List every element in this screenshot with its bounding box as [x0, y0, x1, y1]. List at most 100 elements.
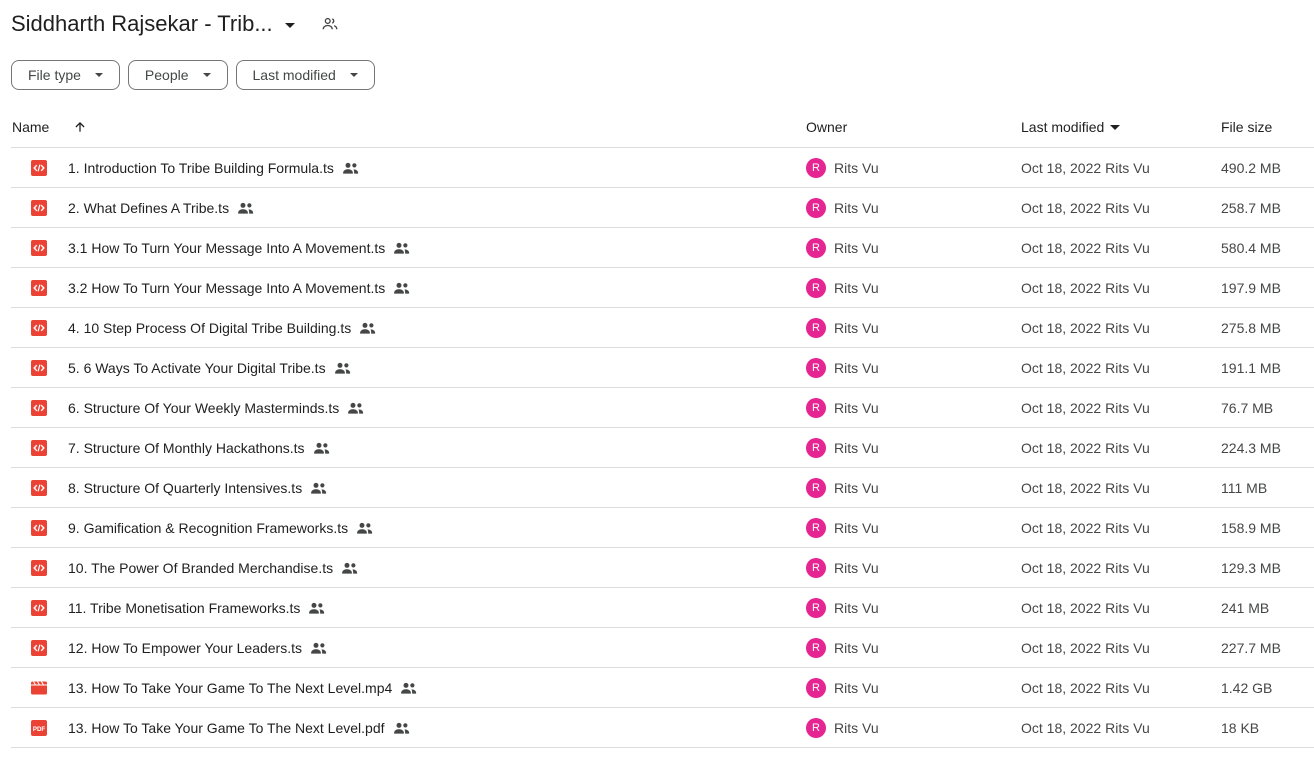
- table-row[interactable]: 6. Structure Of Your Weekly Masterminds.…: [11, 388, 1314, 428]
- table-row[interactable]: 4. 10 Step Process Of Digital Tribe Buil…: [11, 308, 1314, 348]
- owner-name: Rits Vu: [834, 359, 879, 376]
- owner-cell: R Rits Vu: [806, 677, 879, 698]
- owner-cell: R Rits Vu: [806, 397, 879, 418]
- column-header-name[interactable]: Name: [12, 119, 87, 135]
- avatar[interactable]: R: [806, 677, 826, 698]
- last-modified-cell: Oct 18, 2022 Rits Vu: [1021, 320, 1150, 336]
- file-type-filter[interactable]: File type: [11, 60, 120, 90]
- file-name[interactable]: 5. 6 Ways To Activate Your Digital Tribe…: [68, 360, 326, 376]
- file-name[interactable]: 7. Structure Of Monthly Hackathons.ts: [68, 440, 305, 456]
- avatar[interactable]: R: [806, 277, 826, 298]
- avatar[interactable]: R: [806, 197, 826, 218]
- file-name[interactable]: 13. How To Take Your Game To The Next Le…: [68, 680, 392, 696]
- table-row[interactable]: 11. Tribe Monetisation Frameworks.ts R R…: [11, 588, 1314, 628]
- modified-by: Rits Vu: [1105, 439, 1150, 456]
- table-row[interactable]: 1. Introduction To Tribe Building Formul…: [11, 148, 1314, 188]
- modified-by: Rits Vu: [1105, 399, 1150, 416]
- arrow-upward-icon[interactable]: [73, 120, 87, 134]
- table-row[interactable]: 5. 6 Ways To Activate Your Digital Tribe…: [11, 348, 1314, 388]
- arrow-drop-down-icon[interactable]: [284, 22, 295, 28]
- avatar[interactable]: R: [806, 437, 826, 458]
- avatar[interactable]: R: [806, 517, 826, 538]
- owner-cell: R Rits Vu: [806, 717, 879, 738]
- modified-date: Oct 18, 2022: [1021, 639, 1102, 656]
- shared-people-icon: [347, 402, 365, 414]
- table-row[interactable]: 3.1 How To Turn Your Message Into A Move…: [11, 228, 1314, 268]
- modified-date: Oct 18, 2022: [1021, 559, 1102, 576]
- people-filter[interactable]: People: [127, 60, 228, 90]
- table-row[interactable]: 7. Structure Of Monthly Hackathons.ts R …: [11, 428, 1314, 468]
- avatar[interactable]: R: [806, 557, 826, 578]
- file-name[interactable]: 2. What Defines A Tribe.ts: [68, 200, 229, 216]
- file-size: 197.9 MB: [1221, 279, 1281, 296]
- table-row[interactable]: 12. How To Empower Your Leaders.ts R Rit…: [11, 628, 1314, 668]
- modified-by: Rits Vu: [1105, 239, 1150, 256]
- file-size: 224.3 MB: [1221, 439, 1281, 456]
- file-size: 129.3 MB: [1221, 559, 1281, 576]
- file-size: 227.7 MB: [1221, 639, 1281, 656]
- avatar[interactable]: R: [806, 597, 826, 618]
- last-modified-filter[interactable]: Last modified: [235, 60, 375, 90]
- last-modified-cell: Oct 18, 2022 Rits Vu: [1021, 280, 1150, 296]
- owner-name: Rits Vu: [834, 399, 879, 416]
- file-name[interactable]: 8. Structure Of Quarterly Intensives.ts: [68, 480, 302, 496]
- shared-people-icon: [342, 162, 360, 174]
- file-name[interactable]: 3.1 How To Turn Your Message Into A Move…: [68, 240, 385, 256]
- file-type-filter-label: File type: [28, 67, 81, 83]
- column-header-owner[interactable]: Owner: [806, 119, 847, 135]
- column-name-label: Name: [12, 119, 50, 135]
- file-name[interactable]: 1. Introduction To Tribe Building Formul…: [68, 160, 334, 176]
- file-name[interactable]: 11. Tribe Monetisation Frameworks.ts: [68, 600, 300, 616]
- modified-by: Rits Vu: [1105, 599, 1150, 616]
- table-row[interactable]: 9. Gamification & Recognition Frameworks…: [11, 508, 1314, 548]
- file-name-cell: 1. Introduction To Tribe Building Formul…: [11, 159, 360, 176]
- shared-people-icon: [393, 282, 411, 294]
- column-header-last-modified[interactable]: Last modified: [1021, 119, 1121, 135]
- people-icon[interactable]: [321, 15, 339, 33]
- owner-name: Rits Vu: [834, 639, 879, 656]
- avatar[interactable]: R: [806, 717, 826, 738]
- avatar[interactable]: R: [806, 237, 826, 258]
- table-row[interactable]: PDF 13. How To Take Your Game To The Nex…: [11, 708, 1314, 748]
- file-list: Name Owner Last modified File size 1. In…: [11, 107, 1314, 748]
- shared-people-icon: [310, 482, 328, 494]
- modified-by: Rits Vu: [1105, 159, 1150, 176]
- avatar[interactable]: R: [806, 317, 826, 338]
- folder-title[interactable]: Siddharth Rajsekar - Trib...: [11, 11, 273, 37]
- avatar[interactable]: R: [806, 477, 826, 498]
- shared-people-icon: [356, 522, 374, 534]
- column-header-file-size[interactable]: File size: [1221, 119, 1272, 135]
- modified-by: Rits Vu: [1105, 199, 1150, 216]
- table-row[interactable]: 8. Structure Of Quarterly Intensives.ts …: [11, 468, 1314, 508]
- last-modified-cell: Oct 18, 2022 Rits Vu: [1021, 200, 1150, 216]
- table-row[interactable]: 2. What Defines A Tribe.ts R Rits Vu Oct…: [11, 188, 1314, 228]
- modified-by: Rits Vu: [1105, 639, 1150, 656]
- modified-by: Rits Vu: [1105, 279, 1150, 296]
- modified-by: Rits Vu: [1105, 359, 1150, 376]
- avatar[interactable]: R: [806, 637, 826, 658]
- modified-date: Oct 18, 2022: [1021, 279, 1102, 296]
- table-row[interactable]: 10. The Power Of Branded Merchandise.ts …: [11, 548, 1314, 588]
- file-name[interactable]: 12. How To Empower Your Leaders.ts: [68, 640, 302, 656]
- file-name[interactable]: 4. 10 Step Process Of Digital Tribe Buil…: [68, 320, 351, 336]
- table-row[interactable]: 3.2 How To Turn Your Message Into A Move…: [11, 268, 1314, 308]
- last-modified-cell: Oct 18, 2022 Rits Vu: [1021, 520, 1150, 536]
- table-row[interactable]: 13. How To Take Your Game To The Next Le…: [11, 668, 1314, 708]
- owner-name: Rits Vu: [834, 279, 879, 296]
- pdf-file-icon: PDF: [31, 719, 47, 736]
- modified-date: Oct 18, 2022: [1021, 319, 1102, 336]
- avatar[interactable]: R: [806, 397, 826, 418]
- file-name[interactable]: 13. How To Take Your Game To The Next Le…: [68, 720, 385, 736]
- last-modified-cell: Oct 18, 2022 Rits Vu: [1021, 360, 1150, 376]
- file-name-cell: 8. Structure Of Quarterly Intensives.ts: [11, 479, 328, 496]
- file-name[interactable]: 10. The Power Of Branded Merchandise.ts: [68, 560, 333, 576]
- file-name[interactable]: 6. Structure Of Your Weekly Masterminds.…: [68, 400, 339, 416]
- file-name-cell: 7. Structure Of Monthly Hackathons.ts: [11, 439, 331, 456]
- modified-date: Oct 18, 2022: [1021, 679, 1102, 696]
- file-name[interactable]: 9. Gamification & Recognition Frameworks…: [68, 520, 348, 536]
- file-name[interactable]: 3.2 How To Turn Your Message Into A Move…: [68, 280, 385, 296]
- last-modified-cell: Oct 18, 2022 Rits Vu: [1021, 160, 1150, 176]
- avatar[interactable]: R: [806, 157, 826, 178]
- avatar[interactable]: R: [806, 357, 826, 378]
- owner-cell: R Rits Vu: [806, 477, 879, 498]
